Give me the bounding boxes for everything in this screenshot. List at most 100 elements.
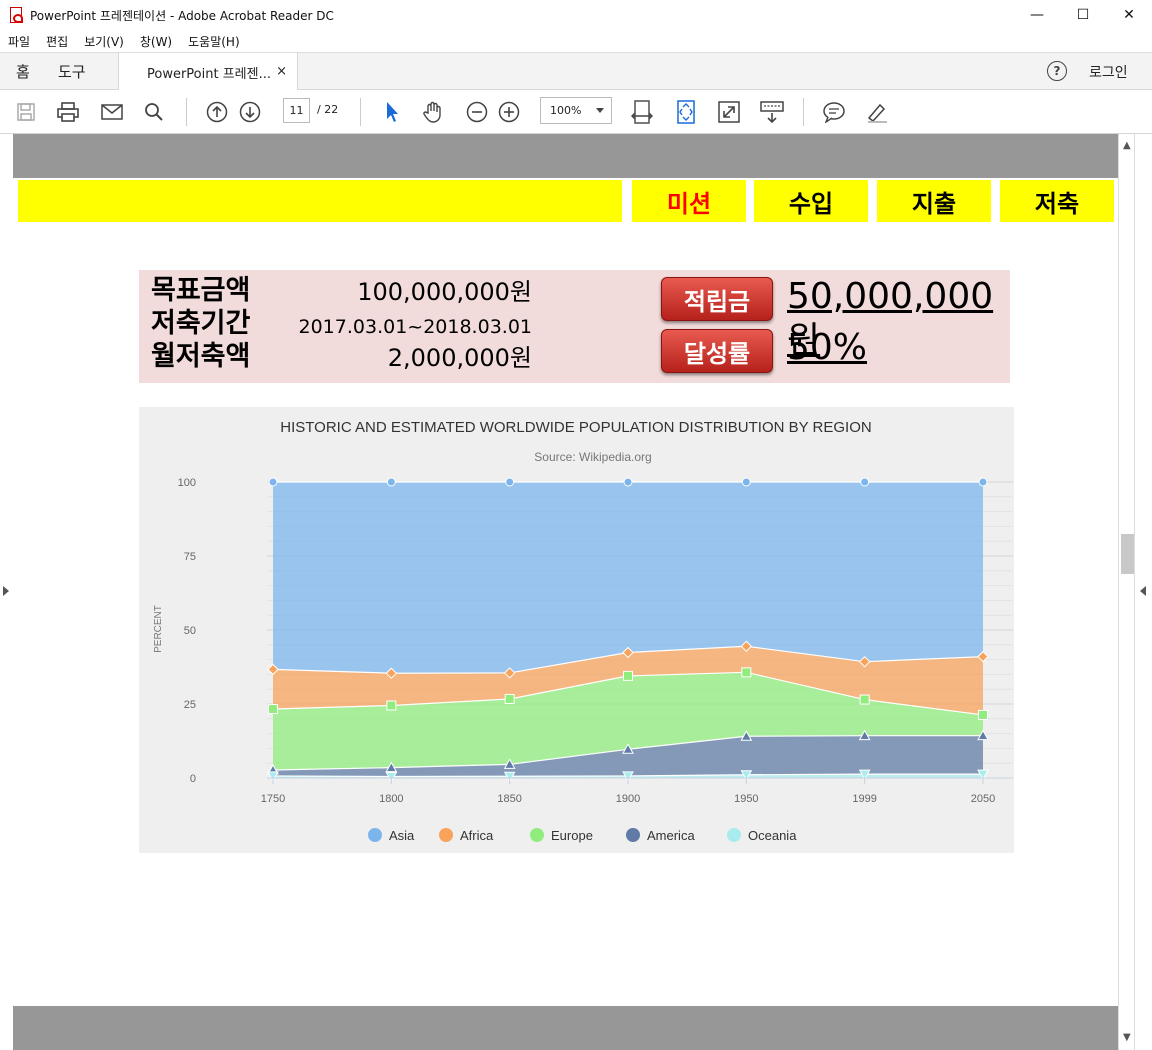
marker-asia xyxy=(860,477,870,487)
scrollbar-thumb[interactable] xyxy=(1121,534,1134,574)
period-label: 저축기간 xyxy=(151,308,251,339)
nav-mission[interactable]: 미션 xyxy=(632,180,746,222)
menu-view[interactable]: 보기(V) xyxy=(76,33,132,50)
print-icon[interactable] xyxy=(56,100,80,124)
search-icon[interactable] xyxy=(142,100,166,124)
toolbar: 11 / 22 100% xyxy=(0,90,1152,134)
y-tick-label: 75 xyxy=(184,551,196,563)
scroll-down-icon[interactable]: ▼ xyxy=(1123,1032,1131,1043)
expand-right-icon xyxy=(1140,586,1146,596)
hand-tool-icon[interactable] xyxy=(421,100,445,124)
goal-label: 목표금액 xyxy=(151,275,251,306)
menu-help[interactable]: 도움말(H) xyxy=(180,33,248,50)
read-mode-icon[interactable] xyxy=(760,100,784,124)
chevron-down-icon xyxy=(596,108,604,113)
goal-value: 100,000,000원 xyxy=(357,278,532,306)
marker-asia xyxy=(505,477,515,487)
fit-page-icon[interactable] xyxy=(674,100,698,124)
full-screen-icon[interactable] xyxy=(717,100,741,124)
left-panel-toggle[interactable] xyxy=(0,134,13,1050)
zoom-value: 100% xyxy=(550,104,582,117)
marker-europe xyxy=(623,670,633,681)
period-value: 2017.03.01~2018.03.01 xyxy=(298,316,533,338)
slide-header-bar xyxy=(18,180,622,222)
marker-europe xyxy=(268,704,278,715)
marker-asia xyxy=(741,477,751,487)
achievement-rate-value: 50% xyxy=(787,327,868,368)
x-tick-label: 2050 xyxy=(971,793,995,805)
y-tick-label: 100 xyxy=(178,477,196,489)
monthly-label: 월저축액 xyxy=(151,341,251,372)
chart-svg: HISTORIC AND ESTIMATED WORLDWIDE POPULAT… xyxy=(153,419,1013,843)
menu-file[interactable]: 파일 xyxy=(0,33,38,50)
next-page-icon[interactable] xyxy=(238,100,262,124)
help-icon[interactable]: ? xyxy=(1047,61,1067,81)
previous-page-icon[interactable] xyxy=(205,100,229,124)
marker-asia xyxy=(268,477,278,487)
toolbar-divider xyxy=(803,98,804,126)
zoom-in-icon[interactable] xyxy=(497,100,521,124)
fit-width-icon[interactable] xyxy=(630,100,654,124)
marker-europe xyxy=(978,709,988,720)
legend-america-icon xyxy=(626,828,640,842)
toolbar-divider xyxy=(360,98,361,126)
population-chart: HISTORIC AND ESTIMATED WORLDWIDE POPULAT… xyxy=(139,407,1014,853)
tab-tools[interactable]: 도구 xyxy=(58,61,86,82)
x-tick-label: 1750 xyxy=(261,793,285,805)
right-panel-toggle[interactable] xyxy=(1134,134,1152,1050)
vertical-scrollbar[interactable]: ▲ ▼ xyxy=(1118,134,1134,1050)
legend-oceania-icon xyxy=(727,828,741,842)
x-tick-label: 1950 xyxy=(734,793,758,805)
nav-income[interactable]: 수입 xyxy=(754,180,868,222)
expand-left-icon xyxy=(3,586,9,596)
marker-europe xyxy=(386,700,397,711)
email-icon[interactable] xyxy=(100,100,124,124)
scroll-up-icon[interactable]: ▲ xyxy=(1123,140,1131,151)
window-title: PowerPoint 프레젠테이션 - Adobe Acrobat Reader… xyxy=(30,8,334,23)
login-link[interactable]: 로그인 xyxy=(1089,62,1128,82)
document-viewer: 미션 수입 지출 저축 목표금액 저축기간 월저축액 100,000,000원 … xyxy=(0,134,1152,1050)
minimize-button[interactable]: — xyxy=(1014,0,1060,30)
legend-africa-label: Africa xyxy=(460,828,494,843)
marker-europe xyxy=(859,694,870,705)
x-tick-label: 1850 xyxy=(497,793,521,805)
menu-bar: 파일 편집 보기(V) 창(W) 도움말(H) xyxy=(0,30,1152,52)
close-tab-icon[interactable]: × xyxy=(276,64,287,79)
chart-subtitle: Source: Wikipedia.org xyxy=(534,450,651,464)
menu-edit[interactable]: 편집 xyxy=(38,33,76,50)
legend-asia-icon xyxy=(368,828,382,842)
y-tick-label: 0 xyxy=(190,773,196,785)
legend-oceania-label: Oceania xyxy=(748,828,797,843)
legend[interactable]: Asia Africa Europe America Oceania xyxy=(368,828,797,843)
zoom-out-icon[interactable] xyxy=(465,100,489,124)
highlight-pen-icon[interactable] xyxy=(865,100,889,124)
tab-document[interactable]: PowerPoint 프레젠... × xyxy=(118,53,298,91)
toolbar-divider xyxy=(186,98,187,126)
zoom-select[interactable]: 100% xyxy=(540,97,612,124)
marker-asia xyxy=(978,477,988,487)
area-asia xyxy=(273,482,983,674)
page-total: / 22 xyxy=(317,103,339,116)
save-icon[interactable] xyxy=(14,100,38,124)
x-tick-label: 1999 xyxy=(852,793,876,805)
tab-home[interactable]: 홈 xyxy=(16,61,30,82)
marker-europe xyxy=(741,667,752,678)
maximize-button[interactable]: ☐ xyxy=(1060,0,1106,30)
select-cursor-icon[interactable] xyxy=(380,100,404,124)
area-layer xyxy=(272,481,984,778)
x-tick-label: 1900 xyxy=(616,793,640,805)
nav-savings[interactable]: 저축 xyxy=(1000,180,1114,222)
comment-icon[interactable] xyxy=(822,100,846,124)
y-axis-label: PERCENT xyxy=(153,605,164,653)
page-number-input[interactable]: 11 xyxy=(283,98,310,123)
close-button[interactable]: ✕ xyxy=(1106,0,1152,30)
marker-europe xyxy=(504,693,515,704)
legend-europe-icon xyxy=(530,828,544,842)
savings-summary-panel: 목표금액 저축기간 월저축액 100,000,000원 2017.03.01~2… xyxy=(139,270,1010,383)
menu-window[interactable]: 창(W) xyxy=(132,33,180,50)
achievement-rate-button[interactable]: 달성률 xyxy=(661,329,773,373)
marker-asia xyxy=(623,477,633,487)
legend-asia-label: Asia xyxy=(389,828,415,843)
saved-amount-button[interactable]: 적립금 xyxy=(661,277,773,321)
nav-expense[interactable]: 지출 xyxy=(877,180,991,222)
